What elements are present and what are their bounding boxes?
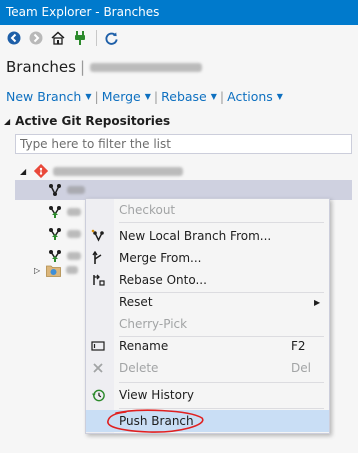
repository-row[interactable]: ◢ <box>20 161 350 181</box>
menu-separator <box>119 382 324 383</box>
actions-label: Actions <box>227 88 273 104</box>
menu-item-label: Cherry-Pick <box>119 317 188 331</box>
forward-icon[interactable] <box>26 28 46 48</box>
section-title: Active Git Repositories <box>15 114 171 128</box>
branch-row[interactable] <box>15 202 85 222</box>
menu-item-rename[interactable]: Rename F2 <box>86 335 329 357</box>
branch-push-icon <box>48 205 62 219</box>
active-git-repositories-header[interactable]: ◢ Active Git Repositories <box>4 113 170 129</box>
redacted-branch-name <box>67 230 81 238</box>
menu-item-label: View History <box>119 388 194 402</box>
collapse-triangle-icon[interactable]: ◢ <box>20 167 32 176</box>
rebase-label: Rebase <box>161 88 207 104</box>
menu-separator <box>119 222 324 223</box>
menu-item-shortcut: Del <box>291 361 311 375</box>
menu-item-merge-from[interactable]: Merge From... <box>86 247 329 269</box>
new-branch-label: New Branch <box>6 88 82 104</box>
redacted-repository-name <box>90 62 203 72</box>
remotes-folder-row[interactable]: ▷ <box>34 260 86 280</box>
redacted-branch-name <box>67 186 85 194</box>
home-icon[interactable] <box>48 28 68 48</box>
menu-item-cherry-pick[interactable]: Cherry-Pick <box>86 313 329 335</box>
branch-push-icon <box>48 227 62 241</box>
menu-item-rebase-onto[interactable]: Rebase Onto... <box>86 269 329 291</box>
menu-item-label: Rename <box>119 339 169 353</box>
navigation-toolbar <box>0 25 358 51</box>
git-repository-icon <box>34 164 48 178</box>
menu-item-label: Checkout <box>119 203 176 217</box>
branch-context-menu: Checkout New Local Branch From... Merge … <box>85 198 330 434</box>
annotation-circle <box>107 409 204 433</box>
merge-label: Merge <box>101 88 141 104</box>
toolbar-separator <box>96 30 97 46</box>
action-separator: | <box>94 88 99 104</box>
chevron-down-icon: ▼ <box>276 91 283 101</box>
rename-icon <box>90 338 106 354</box>
action-separator: | <box>219 88 225 104</box>
expand-triangle-icon[interactable]: ▷ <box>34 266 46 275</box>
window-title-bar: Team Explorer - Branches <box>0 0 358 25</box>
page-header: Branches | <box>6 55 352 79</box>
branch-row[interactable] <box>15 224 85 244</box>
rebase-link[interactable]: Rebase ▼ <box>161 89 217 104</box>
menu-item-new-local-branch-from[interactable]: New Local Branch From... <box>86 225 329 247</box>
new-branch-icon <box>90 228 106 244</box>
redacted-branch-name <box>67 208 81 216</box>
new-branch-link[interactable]: New Branch ▼ <box>6 89 92 104</box>
redacted-remote-name <box>66 266 78 274</box>
history-icon <box>90 387 106 403</box>
branch-icon <box>48 183 62 197</box>
branch-row-selected[interactable] <box>15 180 352 200</box>
chevron-down-icon: ▼ <box>85 91 92 101</box>
remote-folder-icon <box>46 264 61 277</box>
menu-item-checkout[interactable]: Checkout <box>86 199 329 221</box>
redacted-repository-label <box>53 166 183 176</box>
submenu-arrow-icon: ▶ <box>314 297 321 307</box>
collapse-triangle-icon[interactable]: ◢ <box>4 117 10 126</box>
chevron-down-icon: ▼ <box>210 91 217 101</box>
menu-item-label: Reset <box>119 295 153 309</box>
action-bar: New Branch ▼ | Merge ▼ | Rebase ▼ | Acti… <box>6 87 283 105</box>
action-separator: | <box>153 88 159 104</box>
merge-icon <box>90 250 106 266</box>
window-title: Team Explorer - Branches <box>6 5 160 19</box>
menu-item-label: Merge From... <box>119 251 202 265</box>
menu-item-view-history[interactable]: View History <box>86 384 329 406</box>
connect-icon[interactable] <box>70 28 90 48</box>
merge-link[interactable]: Merge ▼ <box>102 89 151 104</box>
page-title: Branches <box>6 58 76 76</box>
menu-item-shortcut: F2 <box>291 339 306 353</box>
chevron-down-icon: ▼ <box>144 91 151 101</box>
menu-item-delete[interactable]: Delete Del <box>86 357 329 379</box>
actions-link[interactable]: Actions ▼ <box>227 89 283 104</box>
filter-input[interactable] <box>15 134 352 154</box>
menu-item-reset[interactable]: Reset ▶ <box>86 291 329 313</box>
title-separator: | <box>79 58 86 76</box>
menu-item-label: New Local Branch From... <box>119 229 272 243</box>
delete-icon <box>90 360 106 376</box>
rebase-icon <box>90 272 106 288</box>
back-icon[interactable] <box>4 28 24 48</box>
refresh-icon[interactable] <box>101 28 121 48</box>
menu-item-label: Delete <box>119 361 159 375</box>
menu-item-label: Rebase Onto... <box>119 273 207 287</box>
redacted-branch-name <box>67 252 81 260</box>
